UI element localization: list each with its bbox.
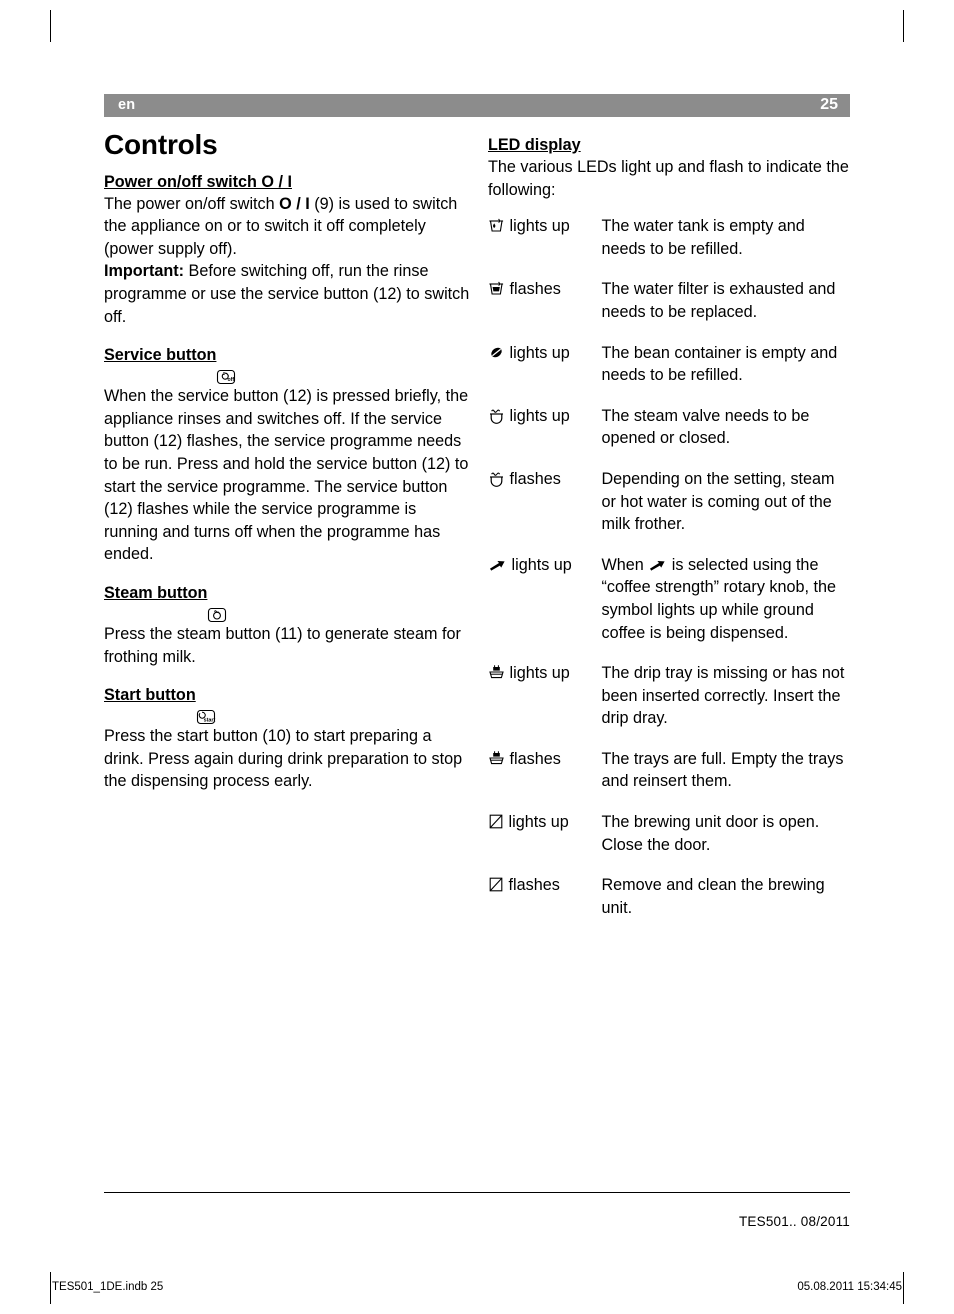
crop-mark-top-right — [903, 10, 904, 42]
led-description: The brewing unit door is open. Close the… — [601, 813, 820, 854]
header-language-label: en — [118, 97, 136, 113]
table-row: flashes The water filter is exhausted an… — [488, 278, 850, 341]
table-row: lights up The brewing unit door is open.… — [488, 811, 850, 874]
section-start-button: Start button start Press the start butto… — [104, 684, 470, 793]
table-row: lights up The drip tray is missing or ha… — [488, 662, 850, 748]
footer-document-code: TES501.. 08/2011 — [738, 1214, 850, 1229]
section-heading-led-display: LED display — [488, 136, 581, 154]
led-description: Depending on the setting, steam or hot w… — [601, 469, 835, 534]
paragraph-service-button: When the service button (12) is pressed … — [104, 387, 469, 564]
led-state-label: flashes — [509, 749, 561, 768]
section-heading-service-button-text: Service button — [104, 346, 217, 365]
ground-coffee-icon-inline — [648, 558, 667, 573]
table-row: lights up When is selected using the “co… — [488, 554, 850, 662]
paragraph-start-button: Press the start button (10) to start pre… — [104, 727, 463, 791]
led-state-label: lights up — [509, 406, 570, 425]
drip-tray-icon — [488, 664, 505, 681]
table-row: flashes Remove and clean the brewing uni… — [488, 874, 850, 937]
bean-container-icon — [488, 344, 505, 361]
steam-valve-icon — [488, 407, 505, 424]
table-row: flashes Depending on the setting, steam … — [488, 468, 850, 554]
paragraph-led-intro: The various LEDs light up and flash to i… — [488, 158, 849, 199]
led-description: The steam valve needs to be opened or cl… — [601, 406, 810, 448]
led-description-before: When — [601, 555, 644, 574]
start-button-icon: start — [196, 687, 216, 725]
water-tank-icon — [488, 217, 505, 234]
section-heading-start-button: Start button start — [104, 684, 470, 725]
led-state-label: flashes — [508, 876, 560, 895]
left-column: Controls Power on/off switch O / I The p… — [104, 129, 470, 793]
section-heading-steam-button-text: Steam button — [104, 583, 208, 602]
steam-valve-icon — [488, 470, 505, 487]
crop-mark-bottom-right — [903, 1272, 904, 1304]
brewing-unit-icon — [488, 813, 504, 830]
led-description: When is selected using the “coffee stren… — [601, 554, 850, 662]
baseline-file-name: TES501_1DE.indb 25 — [52, 1281, 164, 1293]
led-description: The drip tray is missing or has not been… — [601, 664, 845, 728]
page: en 25 Controls Power on/off switch O / I… — [0, 0, 954, 1314]
led-description: The bean container is empty and needs to… — [601, 343, 838, 385]
led-state-label: lights up — [511, 555, 572, 574]
section-heading-power-switch: Power on/off switch O / I — [104, 172, 292, 191]
paragraph-power-switch-2: Important: Before switching off, run the… — [104, 262, 470, 326]
table-row: lights up The bean container is empty an… — [488, 342, 850, 405]
crop-mark-top-left — [50, 10, 51, 42]
svg-text:off: off — [228, 377, 235, 383]
right-column: LED display The various LEDs light up an… — [488, 134, 850, 937]
section-power-switch: Power on/off switch O / I The power on/o… — [104, 171, 470, 329]
section-heading-start-button-text: Start button — [104, 686, 196, 705]
crop-mark-bottom-left — [50, 1272, 51, 1304]
drip-tray-icon — [488, 750, 505, 767]
svg-text:start: start — [203, 718, 215, 724]
footer-divider — [104, 1192, 850, 1193]
table-row: flashes The trays are full. Empty the tr… — [488, 748, 850, 811]
table-row: lights up The water tank is empty and ne… — [488, 215, 850, 278]
led-state-label: lights up — [509, 217, 570, 236]
brewing-unit-icon — [488, 876, 504, 893]
section-steam-button: Steam button Press the steam button (11)… — [104, 582, 470, 668]
led-description: Remove and clean the brewing unit. — [601, 876, 825, 917]
led-state-label: flashes — [509, 280, 561, 299]
header-page-number: 25 — [820, 96, 838, 113]
page-header-bar: en 25 — [104, 94, 850, 117]
led-state-label: lights up — [509, 343, 570, 362]
paragraph-power-switch-1: The power on/off switch O / I (9) is use… — [104, 194, 458, 258]
section-heading-service-button: Service button off — [104, 344, 470, 385]
page-title: Controls — [104, 129, 218, 160]
section-heading-steam-button: Steam button — [104, 582, 470, 623]
baseline-timestamp: 05.08.2011 15:34:45 — [797, 1281, 902, 1293]
section-service-button: Service button off When the service butt… — [104, 344, 470, 566]
led-state-label: lights up — [509, 664, 570, 683]
led-description: The trays are full. Empty the trays and … — [601, 749, 844, 791]
ground-coffee-icon — [488, 558, 507, 573]
led-description: The water filter is exhausted and needs … — [601, 280, 836, 321]
led-state-label: lights up — [508, 813, 569, 832]
led-description: The water tank is empty and needs to be … — [601, 217, 805, 258]
water-filter-icon — [488, 280, 505, 297]
service-button-icon: off — [216, 347, 236, 385]
paragraph-steam-button: Press the steam button (11) to generate … — [104, 624, 461, 666]
table-row: lights up The steam valve needs to be op… — [488, 405, 850, 468]
steam-button-icon — [207, 585, 227, 623]
led-state-label: flashes — [509, 469, 561, 488]
led-display-table: lights up The water tank is empty and ne… — [488, 215, 850, 937]
